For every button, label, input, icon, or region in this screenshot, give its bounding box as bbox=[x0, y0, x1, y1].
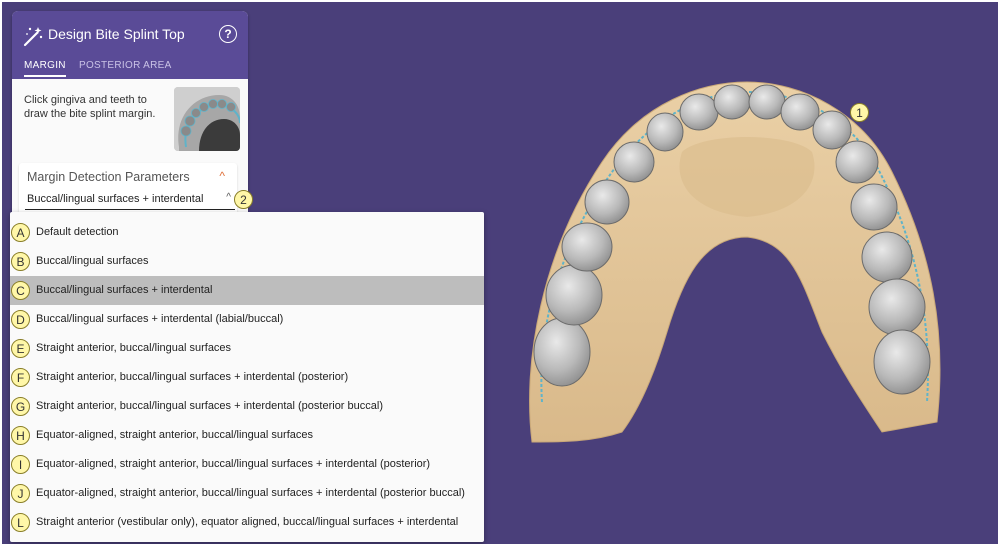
option-label: Equator-aligned, straight anterior, bucc… bbox=[36, 487, 465, 499]
dropdown-option[interactable]: A Default detection bbox=[10, 218, 484, 247]
magic-wand-icon bbox=[23, 27, 43, 47]
option-label: Equator-aligned, straight anterior, bucc… bbox=[36, 429, 313, 441]
option-label: Buccal/lingual surfaces + interdental bbox=[36, 284, 213, 296]
option-label: Default detection bbox=[36, 226, 119, 238]
callout-1: 1 bbox=[850, 103, 869, 122]
dropdown-option[interactable]: G Straight anterior, buccal/lingual surfa… bbox=[10, 392, 484, 421]
panel-header: Design Bite Splint Top ? MARGIN POSTERIO… bbox=[12, 11, 248, 79]
select-value: Buccal/lingual surfaces + interdental bbox=[27, 193, 204, 205]
dropdown-option[interactable]: B Buccal/lingual surfaces bbox=[10, 247, 484, 276]
option-label: Straight anterior, buccal/lingual surfac… bbox=[36, 371, 349, 383]
option-label: Equator-aligned, straight anterior, bucc… bbox=[36, 458, 431, 470]
chevron-up-icon: ^ bbox=[226, 192, 231, 203]
params-title: Margin Detection Parameters bbox=[27, 170, 190, 184]
detection-mode-select[interactable]: Buccal/lingual surfaces + interdental ^ bbox=[25, 191, 235, 210]
tab-posterior-area[interactable]: POSTERIOR AREA bbox=[79, 60, 172, 75]
margin-detection-params: Margin Detection Parameters ^ Buccal/lin… bbox=[19, 163, 237, 215]
panel-title: Design Bite Splint Top bbox=[48, 26, 185, 42]
tab-margin[interactable]: MARGIN bbox=[24, 60, 66, 77]
tool-panel: Design Bite Splint Top ? MARGIN POSTERIO… bbox=[12, 11, 248, 216]
option-marker: D bbox=[11, 310, 30, 329]
dropdown-option[interactable]: H Equator-aligned, straight anterior, buc… bbox=[10, 421, 484, 450]
option-label: Buccal/lingual surfaces + interdental (l… bbox=[36, 313, 284, 325]
option-marker: I bbox=[11, 455, 30, 474]
dropdown-option[interactable]: C Buccal/lingual surfaces + interdental bbox=[10, 276, 484, 305]
dropdown-option[interactable]: D Buccal/lingual surfaces + interdental (… bbox=[10, 305, 484, 334]
option-marker: C bbox=[11, 281, 30, 300]
dropdown-option[interactable]: E Straight anterior, buccal/lingual surfa… bbox=[10, 334, 484, 363]
dental-model[interactable] bbox=[529, 81, 941, 443]
option-label: Straight anterior, buccal/lingual surfac… bbox=[36, 342, 232, 354]
option-marker: A bbox=[11, 223, 30, 242]
option-marker: E bbox=[11, 339, 30, 358]
option-marker: G bbox=[11, 397, 30, 416]
dropdown-option[interactable]: J Equator-aligned, straight anterior, buc… bbox=[10, 479, 484, 508]
dropdown-option[interactable]: L Straight anterior (vestibular only), eq… bbox=[10, 508, 484, 537]
callout-2: 2 bbox=[234, 190, 253, 209]
jaw-thumbnail bbox=[174, 87, 240, 151]
detection-options-dropdown: A Default detection B Buccal/lingual surfac… bbox=[10, 212, 484, 542]
app-window: 1 Design Bite Splint Top ? MARGIN POSTER… bbox=[2, 2, 998, 544]
option-marker: J bbox=[11, 484, 30, 503]
option-label: Buccal/lingual surfaces bbox=[36, 255, 149, 267]
option-marker: F bbox=[11, 368, 30, 387]
dropdown-option[interactable]: F Straight anterior, buccal/lingual surfa… bbox=[10, 363, 484, 392]
instructions-text: Click gingiva and teeth to draw the bite… bbox=[24, 94, 156, 120]
option-marker: B bbox=[11, 252, 30, 271]
option-label: Straight anterior, buccal/lingual surfac… bbox=[36, 400, 383, 412]
option-label: Straight anterior (vestibular only), equ… bbox=[36, 516, 459, 528]
option-marker: H bbox=[11, 426, 30, 445]
dropdown-option[interactable]: I Equator-aligned, straight anterior, buc… bbox=[10, 450, 484, 479]
option-marker: L bbox=[11, 513, 30, 532]
chevron-up-icon[interactable]: ^ bbox=[219, 169, 225, 183]
tab-bar: MARGIN POSTERIOR AREA bbox=[12, 57, 248, 79]
help-icon[interactable]: ? bbox=[219, 25, 237, 43]
